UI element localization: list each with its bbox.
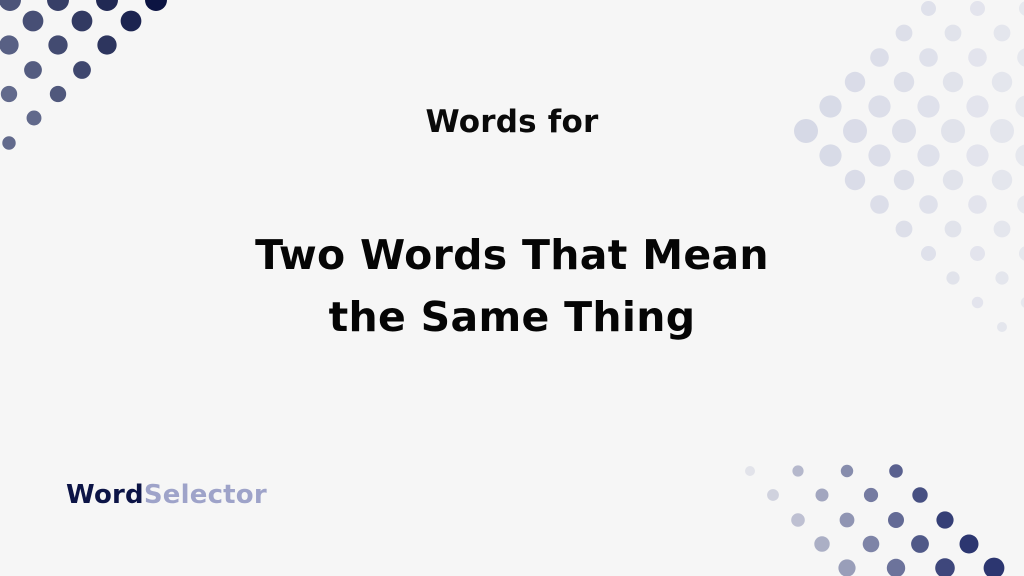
dot-bottom-right (792, 465, 804, 477)
dot-top-left (0, 0, 21, 11)
dot-top-left (22, 10, 44, 32)
title-line-1: Two Words That Mean (255, 231, 769, 279)
dot-top-right (966, 144, 989, 167)
title-line-2: the Same Thing (328, 293, 696, 341)
dot-bottom-right (815, 488, 829, 502)
dot-bottom-right (935, 558, 955, 576)
dot-top-left (71, 10, 93, 32)
logo-word: Word (66, 480, 144, 510)
dot-top-right (1019, 1, 1024, 16)
page-title: Two Words That Mean the Same Thing (0, 224, 1024, 348)
dot-top-right (944, 24, 962, 42)
dot-top-left (0, 85, 18, 103)
dot-top-left (120, 10, 142, 32)
dot-top-right (968, 48, 987, 67)
logo-selector: Selector (143, 480, 267, 510)
brand-logo: WordSelector (66, 480, 267, 510)
dot-bottom-right (959, 534, 979, 554)
dot-bottom-right (840, 464, 854, 478)
dot-bottom-right (886, 558, 906, 576)
dot-top-left (97, 35, 117, 55)
dot-bottom-right (888, 512, 904, 528)
dot-top-right (970, 1, 985, 16)
dot-top-right (868, 144, 891, 167)
dot-top-left (96, 0, 118, 11)
dot-top-right (893, 169, 915, 191)
dot-top-right (942, 169, 964, 191)
dot-top-right (919, 48, 938, 67)
dot-bottom-right (889, 464, 903, 478)
dot-top-right (893, 71, 915, 93)
dot-bottom-right (936, 511, 954, 529)
dot-bottom-right (983, 557, 1005, 576)
dot-top-right (1017, 48, 1024, 67)
dot-top-right (919, 195, 938, 214)
dot-top-right (942, 71, 964, 93)
dot-top-right (991, 71, 1013, 93)
dot-top-right (991, 169, 1013, 191)
dot-bottom-right (839, 512, 855, 528)
dot-bottom-right (814, 536, 830, 552)
dot-top-left (24, 61, 42, 79)
dot-top-right (870, 48, 889, 67)
dot-top-right (1015, 144, 1024, 167)
dot-bottom-right (911, 535, 929, 553)
dot-bottom-right (745, 466, 755, 476)
dot-top-right (917, 144, 940, 167)
dot-top-right (819, 144, 842, 167)
dot-top-right (844, 71, 866, 93)
dot-bottom-right (838, 559, 856, 576)
dot-top-right (895, 24, 913, 42)
dot-top-right (993, 24, 1011, 42)
subtitle: Words for (425, 104, 599, 140)
dot-top-right (921, 1, 936, 16)
dot-top-right (968, 195, 987, 214)
dot-bottom-right (767, 489, 779, 501)
dot-bottom-right (912, 487, 928, 503)
dot-top-left (0, 35, 19, 55)
dot-top-left (145, 0, 167, 11)
dot-top-right (844, 169, 866, 191)
dot-top-left (48, 35, 68, 55)
dot-top-left (49, 85, 67, 103)
dot-top-right (870, 195, 889, 214)
dot-bottom-right (863, 487, 879, 503)
dot-top-left (73, 61, 91, 79)
dot-top-right (1017, 195, 1024, 214)
dot-top-left (47, 0, 69, 11)
dot-bottom-right (791, 513, 805, 527)
dot-bottom-right (862, 535, 880, 553)
